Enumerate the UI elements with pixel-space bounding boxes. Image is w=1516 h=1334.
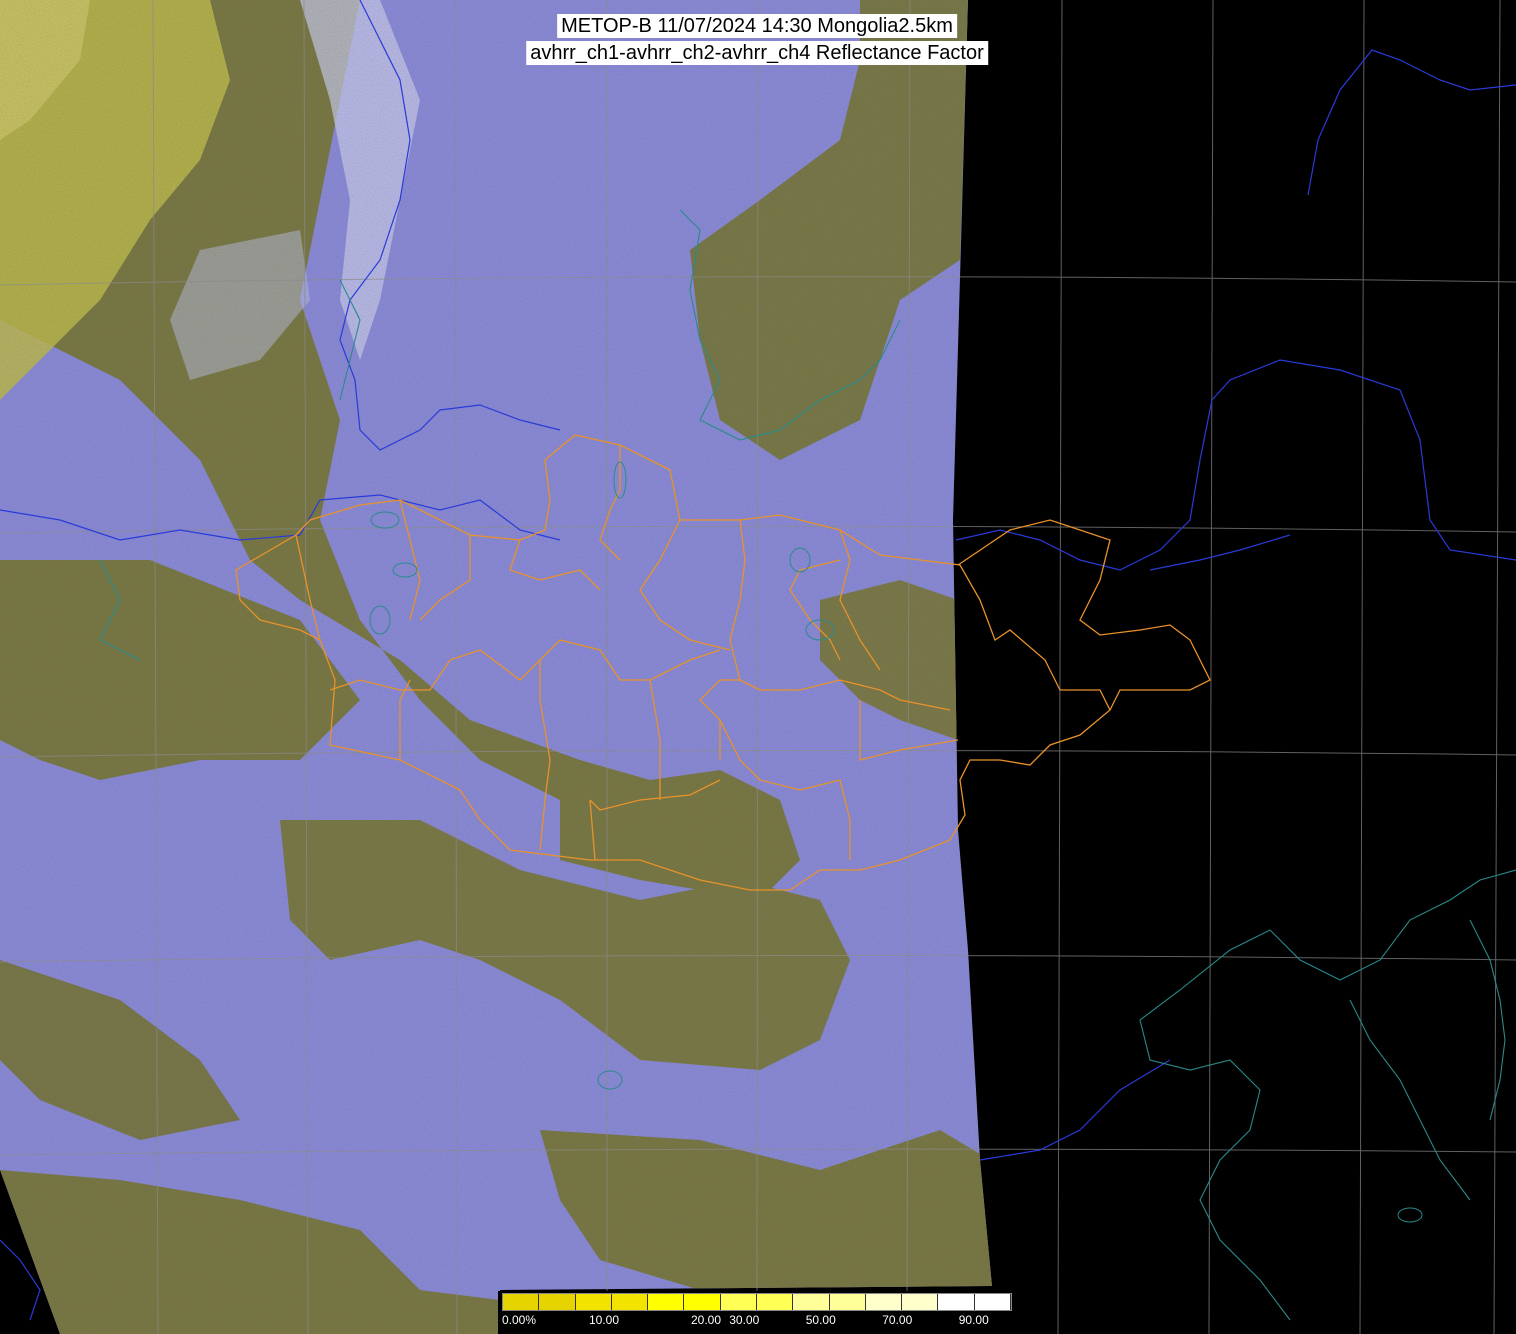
colorbar-segment [829,1294,866,1310]
colorbar-segment [720,1294,757,1310]
colorbar-segment [756,1294,794,1310]
colorbar-tick-label: 10.00 [588,1313,620,1327]
colorbar-segment [974,1294,1011,1310]
colorbar-segment [611,1294,649,1310]
colorbar-legend: 0.00% 10.00 20.00 30.00 50.00 70.00 90.00 [498,1291,1016,1334]
colorbar-tick-label: 20.00 [690,1313,722,1327]
colorbar-tick-label: 30.00 [729,1313,760,1327]
colorbar-segment [575,1294,612,1310]
colorbar-segment [902,1294,939,1310]
colorbar-ticks: 0.00% 10.00 20.00 30.00 50.00 70.00 90.00 [502,1313,1012,1333]
colorbar-segment [503,1294,540,1310]
colorbar-segment [938,1294,975,1310]
colorbar-segment [648,1294,685,1310]
colorbar-segment [865,1294,903,1310]
colorbar-segment [684,1294,721,1310]
colorbar-ramp [502,1293,1012,1311]
colorbar-segment [793,1294,830,1310]
colorbar-tick-label: 0.00% [502,1313,537,1327]
map-title-line1: METOP-B 11/07/2024 14:30 Mongolia2.5km [557,14,957,38]
colorbar-tick-label: 50.00 [805,1313,836,1327]
colorbar-tick-label: 70.00 [882,1313,913,1327]
colorbar-segment [539,1294,576,1310]
colorbar-tick-label: 90.00 [958,1313,989,1327]
satellite-map [0,0,1516,1334]
satellite-swath [0,0,992,1334]
map-title-line2: avhrr_ch1-avhrr_ch2-avhrr_ch4 Reflectanc… [526,41,988,65]
